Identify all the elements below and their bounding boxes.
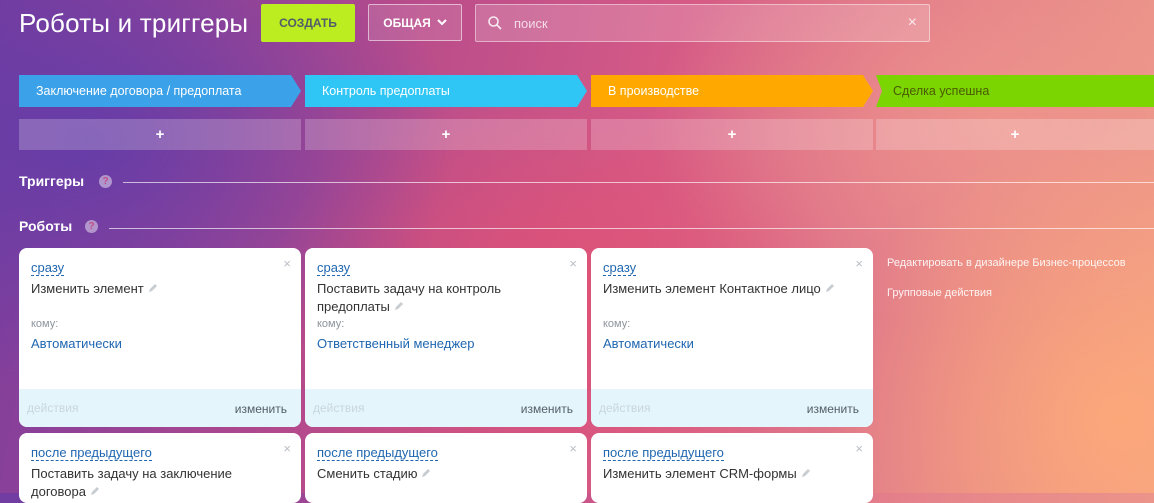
robot-delay-link[interactable]: после предыдущего	[31, 445, 152, 461]
robots-title: Роботы	[19, 218, 73, 234]
search-input[interactable]	[512, 14, 896, 32]
robot-card-footer: действия изменить	[19, 389, 301, 427]
close-icon[interactable]: ×	[569, 256, 577, 271]
robot-actions-link: действия	[27, 401, 79, 415]
add-trigger-button[interactable]: +	[876, 119, 1154, 150]
robot-action-label: Поставить задачу на контроль предоплаты	[317, 281, 501, 314]
close-icon[interactable]: ×	[855, 256, 863, 271]
robot-to-label: кому:	[31, 318, 59, 330]
clear-search-icon[interactable]: ×	[908, 14, 917, 32]
robot-delay-link[interactable]: сразу	[603, 260, 637, 276]
search-icon	[488, 16, 502, 30]
general-dropdown-label: ОБЩАЯ	[383, 15, 431, 30]
stage-label: Контроль предоплаты	[322, 84, 450, 98]
add-trigger-button[interactable]: +	[591, 119, 873, 150]
robot-to-value: Ответственный менеджер	[317, 336, 475, 351]
robot-to-value: Автоматически	[31, 336, 122, 351]
robot-edit-link[interactable]: изменить	[521, 402, 573, 416]
general-dropdown[interactable]: ОБЩАЯ	[368, 4, 462, 41]
robot-delay-link[interactable]: после предыдущего	[603, 445, 724, 461]
page-title: Роботы и триггеры	[19, 8, 249, 38]
robot-action-text: Поставить задачу на контроль предоплаты	[317, 280, 557, 316]
pencil-icon[interactable]	[90, 486, 100, 496]
robot-to-label: кому:	[317, 318, 345, 330]
stage-label: Заключение договора / предоплата	[36, 84, 242, 98]
group-actions-link[interactable]: Групповые действия	[887, 287, 992, 299]
pencil-icon[interactable]	[394, 301, 404, 311]
robot-to-label: кому:	[603, 318, 631, 330]
robot-edit-link[interactable]: изменить	[807, 402, 859, 416]
robot-card-footer: действия изменить	[305, 389, 587, 427]
section-divider	[123, 182, 1154, 183]
robot-action-text: Поставить задачу на заключение договора	[31, 465, 271, 501]
robot-action-text: Изменить элемент	[31, 280, 271, 298]
robot-edit-link[interactable]: изменить	[235, 402, 287, 416]
pencil-icon[interactable]	[825, 283, 835, 293]
add-trigger-button[interactable]: +	[19, 119, 301, 150]
robot-delay-link[interactable]: сразу	[31, 260, 65, 276]
stage-contract-prepayment[interactable]: Заключение договора / предоплата	[19, 75, 301, 107]
robot-action-label: Поставить задачу на заключение договора	[31, 466, 232, 499]
robot-actions-link: действия	[599, 401, 651, 415]
stage-prepayment-control[interactable]: Контроль предоплаты	[305, 75, 587, 107]
search-box[interactable]: ×	[475, 4, 930, 42]
robot-action-label: Сменить стадию	[317, 466, 418, 481]
stage-label: Сделка успешна	[893, 84, 990, 98]
create-button[interactable]: СОЗДАТЬ	[261, 4, 355, 42]
robot-action-label: Изменить элемент Контактное лицо	[603, 281, 821, 296]
pencil-icon[interactable]	[801, 468, 811, 478]
section-divider	[109, 228, 1154, 229]
close-icon[interactable]: ×	[569, 441, 577, 456]
robot-card-footer: действия изменить	[591, 389, 873, 427]
triggers-title: Триггеры	[19, 173, 85, 189]
pencil-icon[interactable]	[421, 468, 431, 478]
robot-to-value: Автоматически	[603, 336, 694, 351]
help-icon[interactable]: ?	[99, 175, 112, 188]
robot-action-text: Изменить элемент Контактное лицо	[603, 280, 843, 298]
robot-card[interactable]: сразу × Изменить элемент кому: Автоматич…	[19, 248, 301, 427]
stage-in-production[interactable]: В производстве	[591, 75, 873, 107]
pencil-icon[interactable]	[148, 283, 158, 293]
help-icon[interactable]: ?	[85, 220, 98, 233]
robot-action-label: Изменить элемент CRM-формы	[603, 466, 797, 481]
robot-action-label: Изменить элемент	[31, 281, 144, 296]
robot-delay-link[interactable]: сразу	[317, 260, 351, 276]
robot-actions-link: действия	[313, 401, 365, 415]
close-icon[interactable]: ×	[283, 441, 291, 456]
add-trigger-button[interactable]: +	[305, 119, 587, 150]
chevron-down-icon	[437, 19, 447, 26]
stage-label: В производстве	[608, 84, 700, 98]
edit-in-designer-link[interactable]: Редактировать в дизайнере Бизнес-процесс…	[887, 257, 1126, 269]
stage-deal-success[interactable]: Сделка успешна	[876, 75, 1154, 107]
robot-action-text: Изменить элемент CRM-формы	[603, 465, 843, 483]
robot-action-text: Сменить стадию	[317, 465, 557, 483]
robot-card[interactable]: сразу × Поставить задачу на контроль пре…	[305, 248, 587, 427]
close-icon[interactable]: ×	[283, 256, 291, 271]
robot-delay-link[interactable]: после предыдущего	[317, 445, 438, 461]
close-icon[interactable]: ×	[855, 441, 863, 456]
robot-card[interactable]: сразу × Изменить элемент Контактное лицо…	[591, 248, 873, 427]
